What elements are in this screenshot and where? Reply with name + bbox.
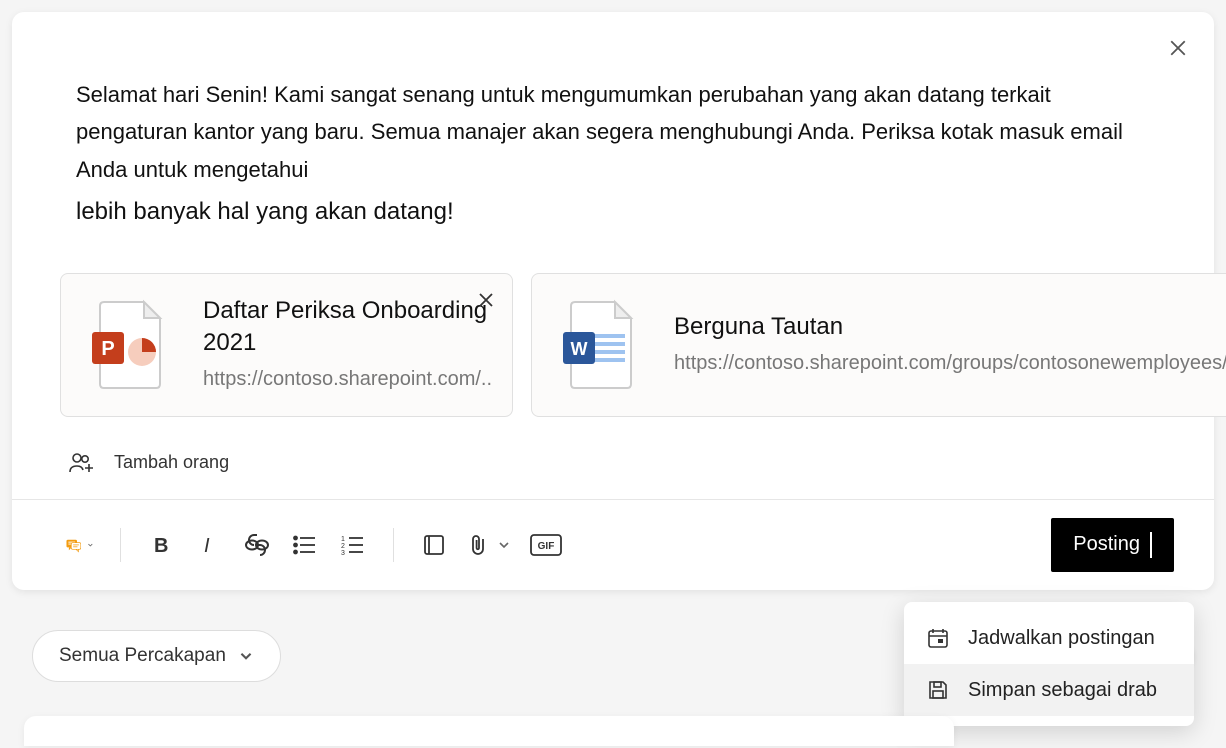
svg-text:P: P bbox=[101, 338, 114, 360]
conversation-filter-button[interactable]: Semua Percakapan bbox=[32, 630, 281, 682]
message-line-1: Selamat hari Senin! Kami sangat senang u… bbox=[76, 82, 1123, 182]
menu-item-label: Simpan sebagai drab bbox=[968, 679, 1157, 702]
svg-text:I: I bbox=[204, 535, 210, 556]
post-composer: Selamat hari Senin! Kami sangat senang u… bbox=[12, 12, 1214, 590]
gif-icon: GIF bbox=[530, 534, 562, 556]
post-options-menu: Jadwalkan postingan Simpan sebagai drab bbox=[904, 602, 1194, 726]
next-card-peek bbox=[24, 716, 954, 746]
calendar-icon bbox=[926, 626, 950, 650]
filter-label: Semua Percakapan bbox=[59, 645, 226, 667]
menu-item-save-draft[interactable]: Simpan sebagai drab bbox=[904, 664, 1194, 716]
italic-icon: I bbox=[198, 534, 220, 556]
link-icon bbox=[244, 534, 270, 556]
save-icon bbox=[926, 678, 950, 702]
chevron-down-icon bbox=[497, 538, 511, 552]
discussion-icon bbox=[66, 531, 81, 559]
attachment-title: Daftar Periksa Onboarding 2021 bbox=[203, 295, 492, 360]
quote-icon bbox=[423, 534, 445, 556]
post-button[interactable]: Posting bbox=[1051, 518, 1174, 572]
add-people-label: Tambah orang bbox=[114, 452, 229, 473]
bulleted-list-icon bbox=[293, 535, 317, 555]
attachment-card-word[interactable]: W Berguna Tautan https://contoso.sharepo… bbox=[531, 273, 1226, 417]
chevron-down-icon bbox=[238, 648, 254, 664]
menu-item-schedule-post[interactable]: Jadwalkan postingan bbox=[904, 612, 1194, 664]
bulleted-list-button[interactable] bbox=[285, 525, 325, 565]
attachments-row: P Daftar Periksa Onboarding 2021 https:/… bbox=[12, 253, 1214, 437]
post-type-button[interactable] bbox=[60, 525, 100, 565]
format-toolbar: B I 1 2 3 bbox=[12, 499, 1214, 590]
svg-text:GIF: GIF bbox=[538, 541, 555, 552]
add-people-icon bbox=[68, 451, 96, 475]
toolbar-divider bbox=[120, 528, 121, 562]
numbered-list-button[interactable]: 1 2 3 bbox=[333, 525, 373, 565]
italic-button[interactable]: I bbox=[189, 525, 229, 565]
chevron-down-icon bbox=[87, 538, 94, 552]
remove-attachment-button[interactable] bbox=[476, 290, 496, 310]
gif-button[interactable]: GIF bbox=[526, 525, 566, 565]
svg-text:W: W bbox=[571, 339, 588, 359]
powerpoint-file-icon: P bbox=[81, 294, 171, 394]
numbered-list-icon: 1 2 3 bbox=[341, 535, 365, 555]
toolbar-divider bbox=[393, 528, 394, 562]
menu-item-label: Jadwalkan postingan bbox=[968, 627, 1155, 650]
link-button[interactable] bbox=[237, 525, 277, 565]
quote-button[interactable] bbox=[414, 525, 454, 565]
attachment-button[interactable] bbox=[462, 525, 518, 565]
attachment-url: https://contoso.sharepoint.com/groups/co… bbox=[674, 349, 1226, 377]
svg-text:B: B bbox=[154, 535, 168, 556]
attachment-title: Berguna Tautan bbox=[674, 311, 1226, 343]
word-file-icon: W bbox=[552, 294, 642, 394]
add-people-button[interactable]: Tambah orang bbox=[12, 437, 1214, 499]
bold-button[interactable]: B bbox=[141, 525, 181, 565]
attachment-card-powerpoint[interactable]: P Daftar Periksa Onboarding 2021 https:/… bbox=[60, 273, 513, 417]
post-button-split bbox=[1150, 532, 1152, 558]
paperclip-icon bbox=[469, 533, 491, 557]
bold-icon: B bbox=[150, 534, 172, 556]
close-icon bbox=[478, 292, 494, 308]
attachment-url: https://contoso.sharepoint.com/.. bbox=[203, 365, 492, 393]
message-body[interactable]: Selamat hari Senin! Kami sangat senang u… bbox=[12, 12, 1214, 253]
svg-text:3: 3 bbox=[341, 550, 345, 555]
svg-text:2: 2 bbox=[341, 543, 345, 550]
post-button-label: Posting bbox=[1073, 533, 1140, 556]
svg-text:1: 1 bbox=[341, 536, 345, 543]
message-line-2: lebih banyak hal yang akan datang! bbox=[76, 192, 1150, 233]
close-button[interactable] bbox=[1166, 36, 1190, 60]
close-icon bbox=[1169, 39, 1187, 57]
